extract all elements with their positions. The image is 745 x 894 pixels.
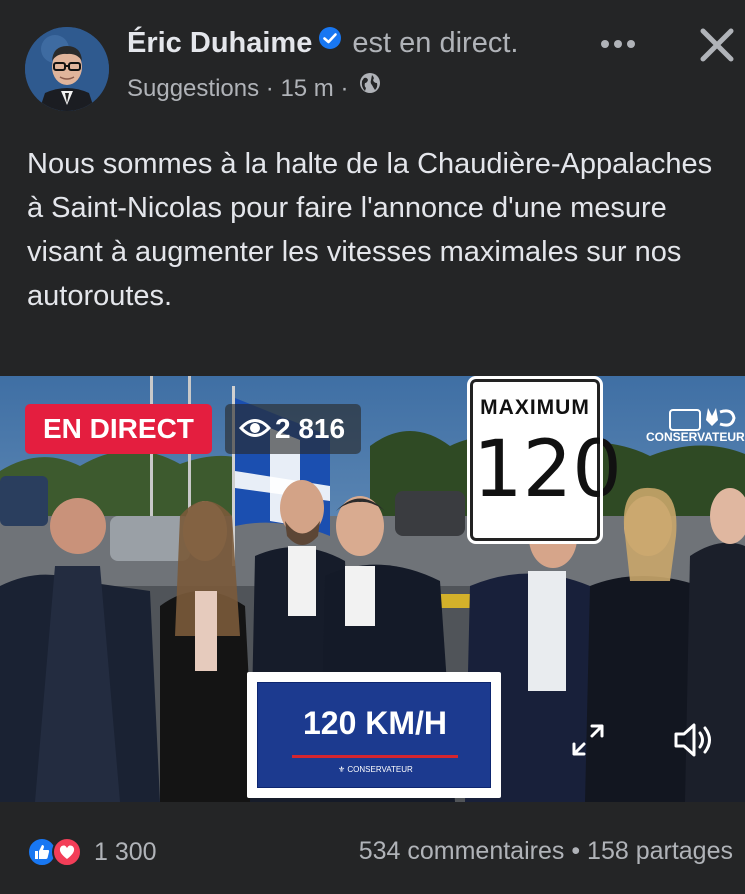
more-options-icon[interactable] <box>598 32 638 56</box>
speed-sign-value: 120 <box>473 425 622 515</box>
podium-divider <box>292 755 458 758</box>
meta-source: Suggestions <box>127 75 260 102</box>
verified-badge-icon <box>318 25 342 58</box>
speed-limit-sign: MAXIMUM 120 <box>467 376 622 544</box>
eye-icon <box>239 418 271 437</box>
reaction-count: 1 300 <box>94 837 157 866</box>
podium-logo: ⚜ CONSERVATEUR <box>338 765 413 774</box>
engagement-stats: 534 commentaires • 158 partages <box>359 837 733 866</box>
author-name[interactable]: Éric Duhaime <box>127 27 312 59</box>
watermark-text: CONSERVATEUR <box>646 430 745 444</box>
globe-icon <box>359 72 381 101</box>
podium-title: 120 KM/H <box>302 705 448 741</box>
reactions-summary[interactable]: 1 300 <box>27 835 157 869</box>
facebook-post: Éric Duhaime est en direct. Suggestions … <box>0 0 745 894</box>
podium-panel: 120 KM/H ⚜ CONSERVATEUR <box>257 682 491 788</box>
podium-logo-icon: ⚜ <box>338 765 348 774</box>
viewer-count-value: 2 816 <box>275 413 346 444</box>
volume-icon[interactable] <box>672 720 718 760</box>
speed-sign-label: MAXIMUM <box>480 396 590 419</box>
podium-logo-text: CONSERVATEUR <box>347 765 413 774</box>
watermark-logo: CONSERVATEUR <box>646 404 745 448</box>
shares-count[interactable]: 158 partages <box>587 837 733 865</box>
live-video[interactable]: EN DIRECT 2 816 MAXIMUM 120 CONSERVATEUR… <box>0 376 745 802</box>
love-reaction-icon <box>52 837 82 867</box>
post-time[interactable]: 15 m <box>280 75 333 102</box>
viewer-count: 2 816 <box>225 404 362 454</box>
close-icon[interactable] <box>697 25 737 65</box>
podium-sign: 120 KM/H ⚜ CONSERVATEUR <box>247 672 501 798</box>
avatar[interactable] <box>25 27 109 111</box>
expand-icon[interactable] <box>568 720 608 760</box>
post-header: Éric Duhaime est en direct. Suggestions … <box>0 0 745 125</box>
post-footer: 1 300 534 commentaires • 158 partages <box>0 802 745 894</box>
post-meta: Suggestions · 15 m · <box>127 72 381 104</box>
meta-separator: · <box>265 75 274 102</box>
meta-separator: · <box>340 75 349 102</box>
author-line: Éric Duhaime est en direct. <box>127 25 519 61</box>
comments-count[interactable]: 534 commentaires <box>359 837 565 865</box>
post-text: Nous sommes à la halte de la Chaudière-A… <box>27 148 713 312</box>
live-status-text: est en direct. <box>352 27 519 59</box>
live-badge: EN DIRECT <box>25 404 212 454</box>
stats-separator: • <box>571 837 581 865</box>
